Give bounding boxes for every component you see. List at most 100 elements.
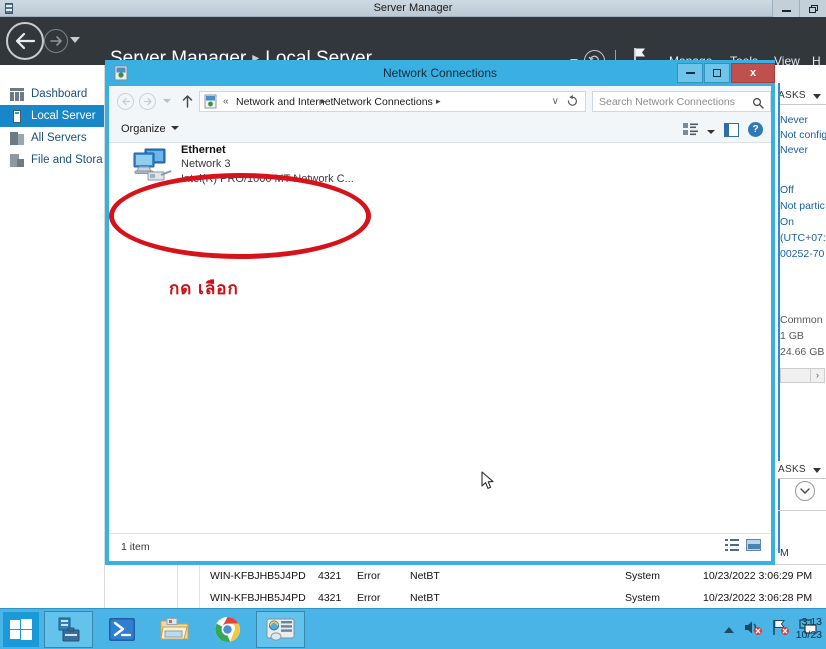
connection-adapter: Intel(R) PRO/1000 MT Network C... <box>181 173 354 185</box>
details-view-icon[interactable] <box>725 539 739 551</box>
file-explorer-taskbar-button[interactable] <box>150 611 199 648</box>
ethernet-adapter-icon <box>131 147 175 187</box>
help-icon[interactable]: ? <box>748 122 763 137</box>
sidebar-item-label: Dashboard <box>31 88 87 100</box>
search-placeholder: Search Network Connections <box>599 96 735 108</box>
expand-chevron-button[interactable] <box>795 481 815 501</box>
address-crumb-network-connections[interactable]: Network Connections <box>333 96 433 108</box>
file-storage-icon <box>10 154 24 167</box>
property-value: Off <box>780 184 794 196</box>
sidebar-item-label: File and Stora <box>31 154 103 166</box>
property-value: (UTC+07:0 <box>780 232 826 244</box>
property-value: Common <box>780 314 823 326</box>
preview-pane-icon[interactable] <box>724 123 739 137</box>
search-input[interactable]: Search Network Connections <box>592 91 771 112</box>
dashboard-icon <box>10 88 24 101</box>
chevron-down-icon[interactable] <box>813 94 821 99</box>
tasks-label: ASKS <box>778 90 806 101</box>
address-crumb-arrow-icon[interactable]: ▸ <box>436 96 441 107</box>
navigation-dropdown-caret-icon[interactable] <box>70 37 80 43</box>
toolbar-right-group: ? <box>683 122 763 137</box>
server-manager-taskbar-button[interactable] <box>44 611 93 648</box>
status-bar: 1 item <box>109 533 771 561</box>
property-value: 24.66 GB <box>780 346 824 358</box>
property-value: Never <box>780 114 808 126</box>
sidebar-item-file-and-storage[interactable]: File and Stora <box>0 149 104 171</box>
event-server: WIN-KFBJHB5J4PD <box>210 592 306 604</box>
event-date: 10/23/2022 3:06:29 PM <box>703 570 812 582</box>
chevron-down-icon[interactable] <box>813 468 821 473</box>
start-button[interactable] <box>3 612 39 647</box>
address-crumb-arrow-icon[interactable]: ▸ <box>321 96 326 107</box>
clock-date: 10/23 <box>796 629 822 642</box>
event-severity: Error <box>357 592 380 604</box>
network-connections-taskbar-button[interactable] <box>256 611 305 648</box>
property-value: Not config <box>780 129 826 141</box>
network-connections-title-bar[interactable]: Network Connections x <box>105 60 775 86</box>
event-date: 10/23/2022 3:06:28 PM <box>703 592 812 604</box>
search-icon[interactable] <box>752 96 764 114</box>
event-source: NetBT <box>410 570 440 582</box>
view-options-icon[interactable] <box>683 122 698 137</box>
item-count: 1 item <box>121 541 150 553</box>
show-hidden-icons-caret[interactable] <box>724 627 734 633</box>
powershell-taskbar-button[interactable] <box>97 611 146 648</box>
list-item-ethernet[interactable]: Ethernet Network 3 Intel(R) PRO/1000 MT … <box>123 142 383 194</box>
table-row[interactable]: WIN-KFBJHB5J4PD 4321 Error NetBT System … <box>105 565 826 586</box>
event-source: NetBT <box>410 592 440 604</box>
network-connections-title: Network Connections <box>105 60 775 86</box>
event-id: 4321 <box>318 570 341 582</box>
chrome-taskbar-button[interactable] <box>203 611 252 648</box>
address-network-icon <box>203 94 218 109</box>
up-one-level-button[interactable] <box>181 94 194 114</box>
maximize-button[interactable] <box>704 63 730 83</box>
navigation-bar: « Network and Internet ▸ Network Connect… <box>109 86 771 117</box>
property-value: Not partic <box>780 200 825 212</box>
sidebar-item-label: All Servers <box>31 132 87 144</box>
address-chevrons-icon[interactable]: « <box>223 96 229 107</box>
action-center-flag-icon[interactable] <box>772 619 790 641</box>
address-bar[interactable]: « Network and Internet ▸ Network Connect… <box>199 91 586 112</box>
os-window-title: Server Manager <box>0 1 826 16</box>
view-options-caret-icon[interactable] <box>707 130 715 134</box>
volume-muted-icon[interactable] <box>744 619 763 641</box>
screen-root: Server Manager Server Manager▸Local Serv… <box>0 0 826 649</box>
event-log: System <box>625 592 660 604</box>
sidebar-item-label: Local Server <box>31 110 96 122</box>
organize-button[interactable]: Organize <box>121 123 179 135</box>
address-dropdown-icon[interactable]: ∨ <box>552 96 559 107</box>
address-refresh-icon[interactable] <box>566 95 579 114</box>
os-restore-button[interactable] <box>799 0 826 17</box>
sidebar-item-local-server[interactable]: Local Server <box>0 105 104 127</box>
close-button[interactable]: x <box>731 63 775 83</box>
connection-name: Ethernet <box>181 144 226 156</box>
minimize-button[interactable] <box>677 63 703 83</box>
property-value: On <box>780 216 794 228</box>
sidebar-item-dashboard[interactable]: Dashboard <box>0 83 104 105</box>
chevron-down-icon <box>171 126 179 130</box>
property-value: 00252-70 <box>780 248 824 260</box>
sidebar-item-all-servers[interactable]: All Servers <box>0 127 104 149</box>
table-row[interactable]: WIN-KFBJHB5J4PD 4321 Error NetBT System … <box>105 587 826 608</box>
explorer-toolbar: Organize ? <box>109 117 771 143</box>
system-tray: 3:13 10/23 <box>724 609 826 649</box>
forward-button[interactable] <box>44 29 68 53</box>
os-minimize-button[interactable] <box>772 0 799 17</box>
properties-tasks-bar-bottom[interactable]: ASKS <box>778 461 826 479</box>
address-crumb-network-and-internet[interactable]: Network and Internet <box>236 96 333 108</box>
server-icon <box>10 110 24 123</box>
scroll-right-arrow-icon[interactable]: › <box>810 369 824 382</box>
explorer-forward-button[interactable] <box>139 93 156 110</box>
events-table: WIN-KFBJHB5J4PD 4321 Error NetBT System … <box>105 564 826 608</box>
large-icons-view-icon[interactable] <box>746 539 761 551</box>
horizontal-scrollbar[interactable]: › <box>780 368 825 383</box>
explorer-back-button[interactable] <box>117 93 134 110</box>
properties-tasks-bar[interactable]: ASKS <box>778 87 826 105</box>
panel-divider <box>778 510 826 511</box>
mouse-cursor <box>481 471 495 496</box>
recent-locations-caret-icon[interactable] <box>163 99 171 103</box>
back-button[interactable] <box>6 22 44 60</box>
connection-network: Network 3 <box>181 158 231 170</box>
status-view-toggles <box>725 539 761 551</box>
taskbar-clock[interactable]: 3:13 10/23 <box>796 616 822 642</box>
